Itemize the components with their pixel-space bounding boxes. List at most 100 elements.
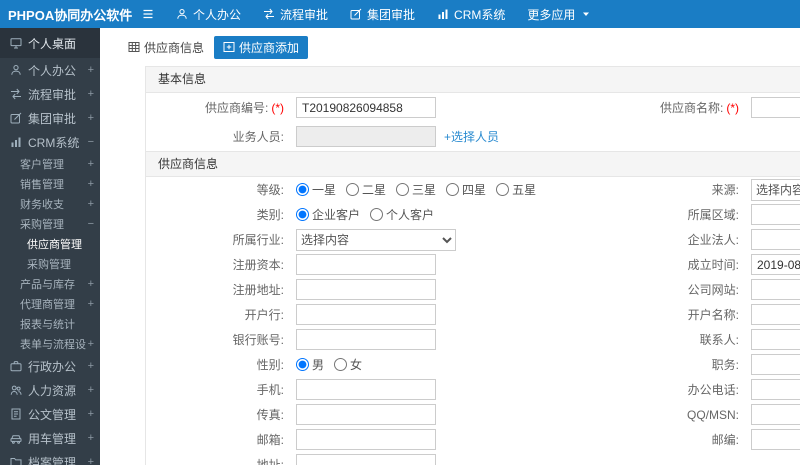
- radio-gender-female[interactable]: 女: [334, 356, 362, 373]
- contact-input[interactable]: [751, 329, 800, 350]
- reg-address-input[interactable]: [296, 279, 436, 300]
- radio-input[interactable]: [296, 208, 309, 221]
- chart-icon: [10, 136, 22, 148]
- expand-toggle-icon[interactable]: +: [88, 198, 94, 210]
- expand-toggle-icon[interactable]: +: [88, 432, 94, 444]
- qq-input[interactable]: [751, 404, 800, 425]
- sidebar-item-agent-management[interactable]: 代理商管理 +: [0, 294, 100, 314]
- sidebar-item-personal-desktop[interactable]: 个人桌面: [0, 28, 100, 58]
- hamburger-icon[interactable]: [142, 8, 154, 20]
- nav-item-more-apps[interactable]: 更多应用: [527, 6, 592, 23]
- industry-select[interactable]: 选择内容: [296, 228, 456, 251]
- expand-toggle-icon[interactable]: +: [88, 384, 94, 396]
- capital-input[interactable]: [296, 254, 436, 275]
- sidebar-item-document-management[interactable]: 公文管理 +: [0, 402, 100, 426]
- radio-grade-2[interactable]: 二星: [346, 181, 386, 198]
- sidebar-item-vehicle-management[interactable]: 用车管理 +: [0, 426, 100, 450]
- supplier-code-input[interactable]: [296, 97, 436, 118]
- bank-input[interactable]: [296, 304, 436, 325]
- radio-input[interactable]: [396, 183, 410, 196]
- sidebar-item-group-approval[interactable]: 集团审批 +: [0, 106, 100, 130]
- expand-toggle-icon[interactable]: −: [88, 136, 94, 148]
- nav-item-process-approval[interactable]: 流程审批: [263, 6, 328, 23]
- radio-category-person[interactable]: 个人客户: [370, 206, 434, 223]
- supplier-name-input[interactable]: [751, 97, 800, 118]
- label-text: 供应商编号:: [204, 101, 269, 115]
- sidebar-item-supplier-management[interactable]: 供应商管理: [0, 234, 100, 254]
- sidebar-item-crm-system[interactable]: CRM系统 −: [0, 130, 100, 154]
- sidebar-item-report-statistics[interactable]: 报表与统计: [0, 314, 100, 334]
- radio-gender-male[interactable]: 男: [296, 356, 324, 373]
- sidebar-item-form-flow-settings[interactable]: 表单与流程设置+: [0, 334, 100, 354]
- field-label: 银行账号:: [232, 333, 284, 347]
- address-input[interactable]: [296, 454, 436, 465]
- bank-account-input[interactable]: [296, 329, 436, 350]
- radio-category-company[interactable]: 企业客户: [296, 206, 360, 223]
- established-date-input[interactable]: [751, 254, 800, 275]
- sidebar-item-human-resources[interactable]: 人力资源 +: [0, 378, 100, 402]
- account-name-input[interactable]: [751, 304, 800, 325]
- radio-input[interactable]: [346, 183, 360, 196]
- choose-person-link[interactable]: +选择人员: [444, 128, 499, 145]
- sidebar-item-label: 个人办公: [28, 63, 77, 78]
- flow-icon: [263, 8, 275, 20]
- sidebar-item-label: 表单与流程设置: [20, 339, 86, 351]
- radio-grade-4[interactable]: 四星: [446, 181, 486, 198]
- email-input[interactable]: [296, 429, 436, 450]
- website-input[interactable]: [751, 279, 800, 300]
- legal-person-input[interactable]: [751, 229, 800, 250]
- expand-toggle-icon[interactable]: +: [88, 88, 94, 100]
- sidebar-item-personal-office[interactable]: 个人办公 +: [0, 58, 100, 82]
- sidebar-item-customer-management[interactable]: 客户管理 +: [0, 154, 100, 174]
- zip-input[interactable]: [751, 429, 800, 450]
- expand-toggle-icon[interactable]: +: [88, 456, 94, 465]
- mobile-input[interactable]: [296, 379, 436, 400]
- expand-toggle-icon[interactable]: +: [88, 158, 94, 170]
- sidebar-item-purchase-management-sub[interactable]: 采购管理: [0, 254, 100, 274]
- radio-input[interactable]: [446, 183, 460, 196]
- sidebar-item-archive-management[interactable]: 档案管理 +: [0, 450, 100, 465]
- nav-item-crm-system[interactable]: CRM系统: [437, 6, 505, 23]
- radio-label: 四星: [462, 183, 487, 197]
- desktop-icon: [10, 37, 22, 49]
- radio-grade-1[interactable]: 一星: [296, 181, 336, 198]
- radio-grade-5[interactable]: 五星: [496, 181, 536, 198]
- expand-toggle-icon[interactable]: +: [88, 298, 94, 310]
- sidebar-item-admin-office[interactable]: 行政办公 +: [0, 354, 100, 378]
- sidebar-item-finance[interactable]: 财务收支 +: [0, 194, 100, 214]
- sidebar-item-sales-management[interactable]: 销售管理 +: [0, 174, 100, 194]
- radio-grade-3[interactable]: 三星: [396, 181, 436, 198]
- sidebar-item-purchase-management[interactable]: 采购管理 −: [0, 214, 100, 234]
- region-input[interactable]: [751, 204, 800, 225]
- form-row-fax: 传真: QQ/MSN:: [146, 402, 800, 427]
- sidebar-item-label: 代理商管理: [20, 299, 75, 311]
- nav-item-group-approval[interactable]: 集团审批: [350, 6, 415, 23]
- office-phone-input[interactable]: [751, 379, 800, 400]
- radio-input[interactable]: [334, 358, 348, 371]
- expand-toggle-icon[interactable]: −: [88, 218, 94, 230]
- staff-input[interactable]: [296, 126, 436, 147]
- radio-input[interactable]: [296, 183, 309, 196]
- sidebar-item-process-approval[interactable]: 流程审批 +: [0, 82, 100, 106]
- expand-toggle-icon[interactable]: +: [88, 408, 94, 420]
- expand-toggle-icon[interactable]: +: [88, 338, 94, 350]
- expand-toggle-icon[interactable]: +: [88, 278, 94, 290]
- expand-toggle-icon[interactable]: +: [88, 178, 94, 190]
- nav-item-personal-office[interactable]: 个人办公: [176, 6, 241, 23]
- app-logo: PHPOA协同办公软件: [8, 7, 133, 23]
- source-select[interactable]: 选择内容: [751, 178, 800, 201]
- radio-input[interactable]: [296, 358, 309, 371]
- fax-input[interactable]: [296, 404, 436, 425]
- expand-toggle-icon[interactable]: +: [88, 112, 94, 124]
- expand-toggle-icon[interactable]: +: [88, 360, 94, 372]
- tab-supplier-add[interactable]: 供应商添加: [214, 35, 309, 59]
- position-input[interactable]: [751, 354, 800, 375]
- sidebar-item-product-inventory[interactable]: 产品与库存 +: [0, 274, 100, 294]
- radio-input[interactable]: [496, 183, 510, 196]
- radio-input[interactable]: [370, 208, 384, 221]
- tab-supplier-info[interactable]: 供应商信息: [128, 39, 204, 56]
- sidebar-item-label: 供应商管理: [27, 239, 82, 251]
- expand-toggle-icon[interactable]: +: [88, 64, 94, 76]
- form-row-address: 地址:: [146, 452, 800, 465]
- nav-item-label: 集团审批: [367, 7, 416, 22]
